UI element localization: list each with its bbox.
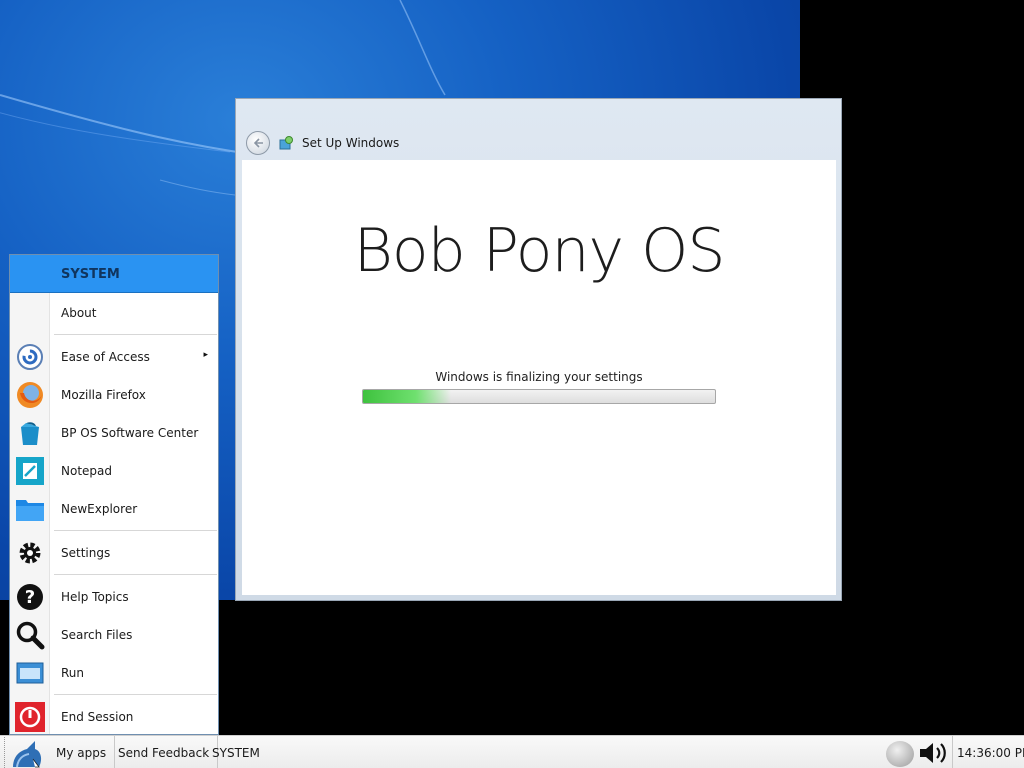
menu-item-help-topics[interactable]: ? Help Topics [10,580,218,614]
gear-icon [14,538,46,568]
taskbar: My apps Send Feedback SYSTEM 14:36:00 PM [0,735,1024,768]
software-center-icon [14,418,46,448]
menu-item-label: Help Topics [61,590,129,604]
network-icon[interactable] [886,741,914,767]
menu-separator [54,530,217,531]
progress-bar [362,389,716,404]
menu-item-label: Ease of Access [61,350,150,364]
setup-icon [279,136,293,150]
menu-item-newexplorer[interactable]: NewExplorer [10,492,218,526]
menu-item-search-files[interactable]: Search Files [10,618,218,652]
submenu-arrow-icon: ▸ [203,350,208,360]
menu-separator [54,574,217,575]
user-task-button[interactable]: SYSTEM [204,736,268,768]
clock[interactable]: 14:36:00 PM [952,736,1024,768]
menu-item-about[interactable]: About [10,296,218,330]
user-name: SYSTEM [61,267,120,282]
menu-item-label: NewExplorer [61,502,138,516]
help-icon: ? [14,582,46,612]
menu-item-label: About [61,306,97,320]
setup-window: Set Up Windows Bob Pony OS Windows is fi… [235,98,842,601]
menu-item-label: End Session [61,710,134,724]
start-logo-icon [13,741,42,768]
menu-item-ease-of-access[interactable]: Ease of Access ▸ [10,340,218,374]
window-title: Set Up Windows [302,136,400,150]
send-feedback-button[interactable]: Send Feedback [110,736,219,768]
menu-item-notepad[interactable]: Notepad [10,454,218,488]
start-menu: SYSTEM About Ease of Access ▸ Mozilla Fi… [9,254,219,735]
my-apps-button[interactable]: My apps [48,736,116,768]
menu-item-label: Notepad [61,464,112,478]
run-icon [14,658,46,688]
search-icon [14,620,46,650]
menu-item-label: Settings [61,546,111,560]
menu-item-label: Run [61,666,85,680]
menu-item-settings[interactable]: Settings [10,536,218,570]
status-text: Windows is finalizing your settings [435,370,643,384]
ease-of-access-icon [14,342,46,372]
setup-content: Bob Pony OS Windows is finalizing your s… [242,160,836,595]
menu-item-label: Mozilla Firefox [61,388,146,402]
menu-item-end-session[interactable]: End Session [10,700,218,734]
menu-item-run[interactable]: Run [10,656,218,690]
progress-fill [363,390,451,403]
start-menu-header: SYSTEM [10,255,218,293]
setup-window-header: Set Up Windows [236,127,841,159]
folder-icon [14,494,46,524]
volume-icon[interactable] [918,740,950,766]
power-icon [14,702,46,732]
menu-item-firefox[interactable]: Mozilla Firefox [10,378,218,412]
menu-item-software-center[interactable]: BP OS Software Center [10,416,218,450]
os-heading: Bob Pony OS [353,216,726,286]
menu-separator [54,694,217,695]
firefox-icon [14,380,46,410]
start-button[interactable] [4,737,46,768]
notepad-icon [14,456,46,486]
menu-item-label: Search Files [61,628,133,642]
menu-separator [54,334,217,335]
menu-item-label: BP OS Software Center [61,426,199,440]
svg-text:?: ? [25,587,35,608]
back-button[interactable] [246,131,270,155]
back-arrow-icon [253,138,263,148]
